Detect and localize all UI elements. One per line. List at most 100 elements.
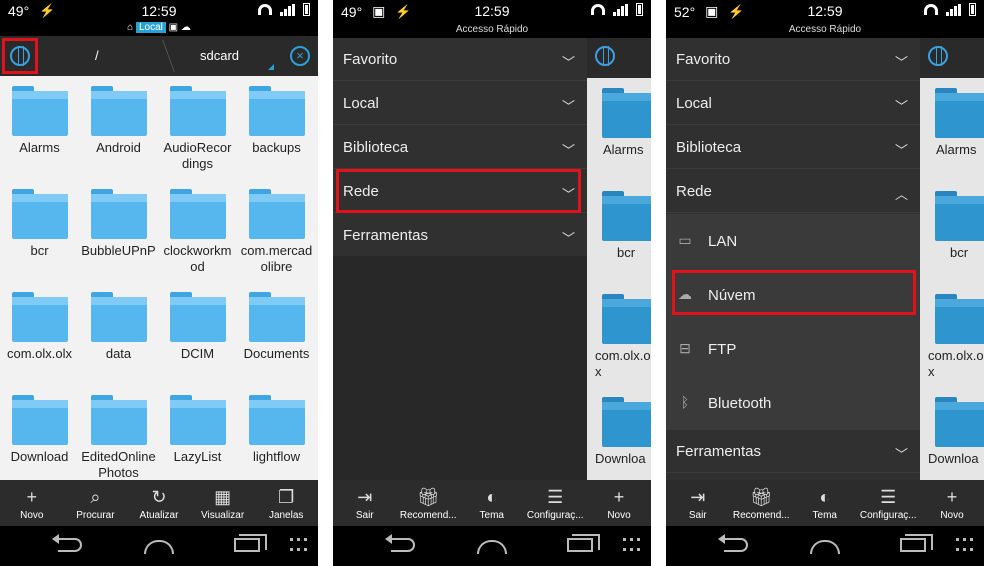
menu-dots-icon[interactable] [623,538,643,554]
back-icon[interactable] [385,534,415,552]
recent-apps-icon[interactable] [900,534,933,552]
drawer-section-biblioteca[interactable]: Biblioteca ﹀ [666,126,920,169]
search-icon: ⌕ [90,487,101,507]
system-nav-bar [333,526,651,566]
folder-item[interactable]: clockworkmod [158,179,237,275]
folder-item[interactable]: BubbleUPnP [79,179,158,259]
close-icon[interactable]: × [290,46,310,66]
exit-button[interactable]: ⇥ Sair [666,480,730,526]
folder-name: Alarms [603,142,644,157]
folder-item[interactable]: Alarms [587,78,651,158]
add-icon: + [613,487,625,507]
home-icon[interactable] [477,540,507,554]
highlight-box [336,169,581,213]
back-icon[interactable] [718,534,748,552]
folder-name: LazyList [173,449,222,464]
new-button[interactable]: + Novo [920,480,984,526]
recent-apps-icon[interactable] [234,534,267,552]
folder-icon [169,86,226,136]
quick-access-button[interactable] [2,38,38,74]
menu-dots-icon[interactable] [956,538,976,554]
new-button[interactable]: + Novo [587,480,651,526]
folder-item[interactable]: com.mercadolibre [237,179,316,275]
recent-apps-icon[interactable] [567,534,600,552]
home-icon[interactable] [144,540,174,554]
folder-item[interactable]: Download [0,385,79,465]
section-label: Ferramentas [676,443,762,460]
back-icon[interactable] [52,534,82,552]
network-item-bluetooth[interactable]: ᛒ Bluetooth [666,376,920,430]
folder-icon [90,189,147,239]
folder-icon [11,189,68,239]
battery-icon [636,3,643,16]
folder-item[interactable]: AudioRecordings [158,76,237,172]
search-button[interactable]: ⌕ Procurar [64,480,128,526]
breadcrumb-root[interactable]: / [95,48,99,63]
folder-item[interactable]: com.olx.o x [920,284,984,380]
folder-name: data [105,346,132,361]
globe-icon[interactable] [595,46,615,66]
exit-icon: ⇥ [357,487,373,507]
menu-dots-icon[interactable] [290,538,310,554]
theme-button[interactable]: ◐ Tema [460,480,524,526]
folder-icon [248,292,305,342]
windows-button[interactable]: ❐ Janelas [254,480,318,526]
folder-item[interactable]: data [79,282,158,362]
drawer-section-favorito[interactable]: Favorito ﹀ [333,38,587,81]
settings-button[interactable]: ☰ Configuraç... [857,480,921,526]
theme-icon: ◐ [819,487,831,507]
home-icon[interactable] [810,540,840,554]
folder-item[interactable]: Alarms [920,78,984,158]
new-button[interactable]: + Novo [0,480,64,526]
folder-item[interactable]: com.olx.o x [587,284,651,380]
drawer-section-ferramentas[interactable]: Ferramentas ﹀ [666,430,920,473]
network-item-ftp[interactable]: ⊟ FTP [666,322,920,376]
bottom-action-bar: + Novo ⌕ Procurar ↻ Atualizar ▦ Visualizar ❐… [0,480,318,526]
chevron-down-icon: ﹀ [561,55,575,70]
folder-icon [248,86,305,136]
folder-item[interactable]: bcr [920,181,984,261]
folder-icon [90,292,147,342]
section-label: Favorito [343,51,398,68]
section-label: Rede [676,183,712,200]
folder-item[interactable]: Android [79,76,158,156]
status-bar: 52° ▣ ⚡ 12:59 [666,0,984,22]
folder-item[interactable]: bcr [587,181,651,261]
folder-item[interactable]: EditedOnlinePhotos [79,385,158,480]
action-label: Recomend... [732,510,790,521]
folder-item[interactable]: Alarms [0,76,79,156]
recommend-button[interactable]: 🎁︎ Recomend... [397,480,461,526]
folder-item[interactable]: Documents [237,282,316,362]
breadcrumb-separator [149,40,175,72]
folder-name: com.olx.olx [6,346,73,361]
breadcrumb-current[interactable]: sdcard [200,48,239,63]
drawer-section-local[interactable]: Local ﹀ [333,82,587,125]
refresh-button[interactable]: ↻ Atualizar [127,480,191,526]
folder-item[interactable]: Downloa [920,387,984,467]
network-item-lan[interactable]: ▭ LAN [666,214,920,268]
drawer-section-rede[interactable]: Rede ︿ [666,170,920,213]
folder-item[interactable]: bcr [0,179,79,259]
drawer-section-biblioteca[interactable]: Biblioteca ﹀ [333,126,587,169]
folder-item[interactable]: lightflow [237,385,316,465]
drawer-section-ferramentas[interactable]: Ferramentas ﹀ [333,214,587,257]
theme-button[interactable]: ◐ Tema [793,480,857,526]
globe-icon[interactable] [928,46,948,66]
chevron-down-icon: ﹀ [894,447,908,462]
folder-item[interactable]: DCIM [158,282,237,362]
folder-name: Downloa [595,451,646,466]
battery-icon [303,3,310,16]
drawer-section-favorito[interactable]: Favorito ﹀ [666,38,920,81]
folder-item[interactable]: backups [237,76,316,156]
folder-item[interactable]: LazyList [158,385,237,465]
folder-name: bcr [950,245,969,260]
action-label: Sair [688,510,707,521]
drawer-section-local[interactable]: Local ﹀ [666,82,920,125]
exit-button[interactable]: ⇥ Sair [333,480,397,526]
action-label: Recomend... [399,510,457,521]
view-button[interactable]: ▦ Visualizar [191,480,255,526]
folder-item[interactable]: com.olx.olx [0,282,79,362]
folder-item[interactable]: Downloa [587,387,651,467]
recommend-button[interactable]: 🎁︎ Recomend... [730,480,794,526]
settings-button[interactable]: ☰ Configuraç... [524,480,588,526]
